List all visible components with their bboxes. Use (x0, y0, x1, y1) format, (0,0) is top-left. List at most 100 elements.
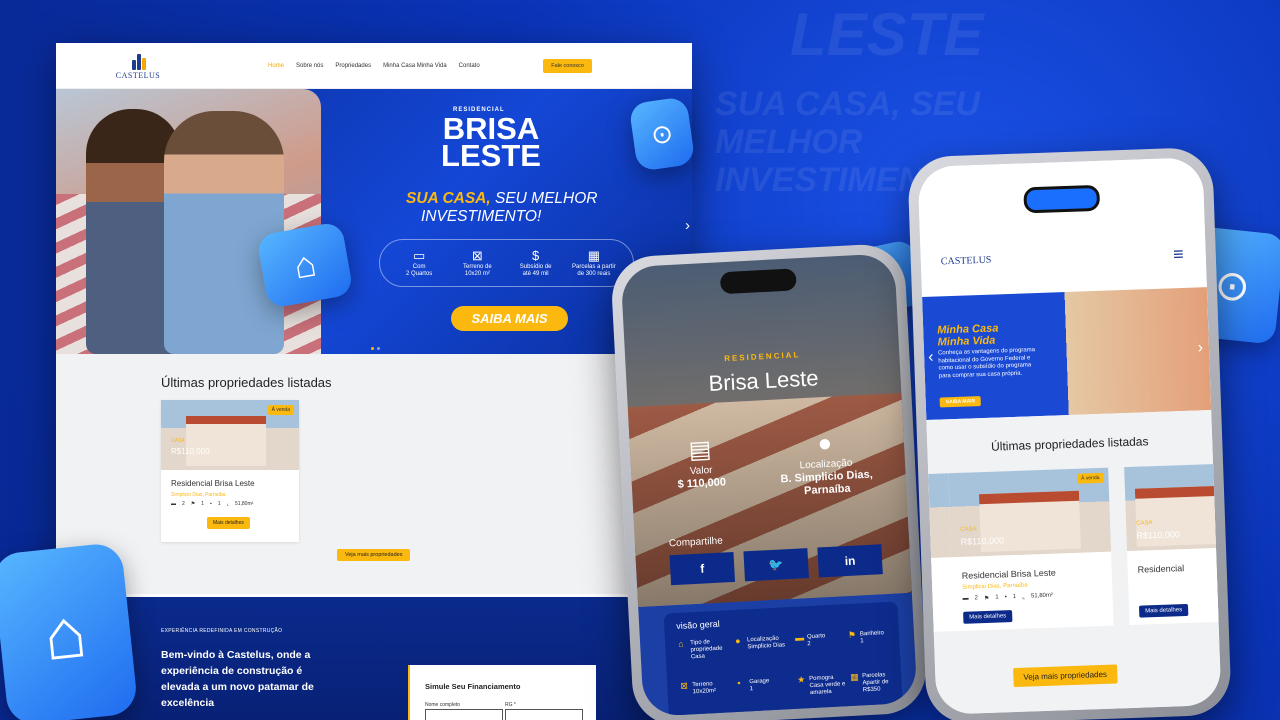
details-button[interactable]: Mais detalhes (207, 517, 250, 529)
property-type: CASA (1135, 520, 1153, 527)
chevron-right-icon[interactable]: › (685, 217, 690, 234)
site-logo[interactable]: CASTELUS (76, 52, 176, 80)
feature-subsidy: $ Subsídio de até 49 mil (510, 248, 562, 278)
mobile-header: CASTELUS ≡ (917, 157, 1207, 298)
property-card[interactable]: À venda CASA R$110,000 Residencial Brisa… (948, 467, 1114, 632)
about-headline: Bem-vindo à Castelus, onde a experiência… (161, 649, 314, 709)
facebook-icon: f (699, 561, 705, 576)
beds-count: 2 (182, 501, 185, 507)
property-meta: ▬ 2 ⚑ 1 ▪ 1 ⌞ 51,80m² (171, 501, 253, 507)
hero-brand-line2: LESTE (441, 138, 541, 173)
car-icon: ▪ (737, 677, 741, 688)
rg-input[interactable] (505, 709, 583, 720)
form-title: Simule Seu Financiamento (425, 682, 521, 691)
overview-item: ★ Pomogra Casa verde e amarela (797, 674, 855, 697)
share-linkedin-button[interactable]: in (817, 544, 883, 578)
property-title[interactable]: Residencial (1138, 563, 1185, 575)
overview-item: ● Localização Simplicio Dias (735, 635, 793, 651)
share-twitter-button[interactable]: 🐦 (743, 548, 809, 582)
property-card[interactable]: À venda CASA R$110,000 Residencial Brisa… (161, 400, 299, 542)
chevron-right-icon[interactable]: › (1197, 339, 1203, 357)
menu-item-propriedades[interactable]: Propriedades (335, 63, 371, 69)
banner-button[interactable]: SAIBA MAIS (939, 396, 982, 408)
home-icon: ⌂ (677, 638, 684, 649)
house-icon: ⌂ (0, 541, 139, 720)
logo-text: CASTELUS (115, 70, 161, 80)
land-icon: ⊠ (680, 680, 689, 691)
banner-title-2: Minha Vida (937, 334, 996, 349)
overview-panel: visão geral ⌂ Tipo de propriedade Casa ● Lo… (663, 601, 904, 717)
area-icon: ⌞ (226, 501, 229, 507)
property-photo: CASA R$110,000 (1124, 461, 1222, 552)
program-icon: ★ (796, 674, 806, 685)
price-value: $ 110,000 (677, 476, 727, 491)
share-facebook-button[interactable]: f (669, 551, 736, 586)
overview-value: Simplicio Dias (747, 642, 786, 651)
feature-land: ⊠ Terreno de 10x20 m² (451, 248, 503, 278)
detail-price: ▤ Valor $ 110,000 (660, 436, 742, 492)
feature-line1: Terreno de (463, 264, 492, 270)
baths-count: 1 (201, 501, 205, 507)
location-line2: Parnaíba (803, 482, 851, 498)
feature-bedrooms: ▭ Com 2 Quartos (393, 248, 445, 278)
listing-heading: Últimas propriedades listadas (161, 375, 332, 390)
feature-line2: 10x20 m² (464, 271, 490, 277)
bed-icon: ▬ (171, 501, 176, 507)
top-nav: CASTELUS Home Sobre nós Propriedades Min… (56, 43, 692, 89)
bath-icon: ⚑ (983, 595, 990, 603)
overview-value: Apartir de R$350 (862, 679, 889, 694)
chevron-left-icon[interactable]: ‹ (928, 349, 934, 367)
garage-count: 1 (217, 501, 221, 507)
details-button[interactable]: Mais detalhes (963, 610, 1013, 624)
menu-item-sobre[interactable]: Sobre nós (296, 63, 323, 69)
more-properties-button[interactable]: Veja mais propriedades (1013, 664, 1118, 688)
property-title[interactable]: Residencial Brisa Leste (962, 568, 1056, 581)
details-button[interactable]: Mais detalhes (1138, 603, 1189, 618)
hamburger-menu-icon[interactable]: ≡ (1173, 244, 1184, 265)
area-value: 51,80m² (1030, 592, 1054, 600)
area-value: 51,80m² (234, 501, 254, 507)
calendar-icon: ▦ (849, 671, 859, 683)
menu-item-home[interactable]: Home (268, 63, 284, 69)
carousel-dots (371, 347, 380, 350)
keyhole-icon: ⊙ (628, 96, 696, 172)
property-title[interactable]: Residencial Brisa Leste (171, 479, 255, 488)
saiba-mais-button[interactable]: SAIBA MAIS (451, 306, 568, 331)
feature-line2: 2 Quartos (405, 271, 433, 277)
property-price: R$110,000 (960, 535, 1005, 547)
hero-tagline-1: SUA CASA, SEU MELHOR (406, 190, 598, 208)
hero-tag-highlight: SUA CASA, (406, 190, 491, 207)
more-properties-button[interactable]: Veja mais propriedades (337, 549, 411, 561)
overview-title: visão geral (675, 618, 720, 632)
overview-item: ⊠ Terreno 10x20m² (680, 680, 733, 696)
menu-item-contato[interactable]: Contato (459, 63, 480, 69)
carousel-dot[interactable] (371, 347, 374, 350)
phone-mockup-detail: RESIDENCIAL Brisa Leste ▤ Valor $ 110,00… (609, 242, 929, 720)
bath-icon: ⚑ (847, 629, 857, 641)
car-icon: ▪ (210, 501, 212, 507)
calendar-icon: ▦ (587, 248, 601, 263)
property-card[interactable]: CASA R$110,000 Residencial Mais detalhes (1124, 461, 1222, 626)
overview-value: Casa (690, 653, 706, 661)
mobile-logo[interactable]: CASTELUS (941, 255, 992, 268)
overview-value: Casa verde e amarela (809, 681, 846, 697)
mobile-banner: Minha Casa Minha Vida Conheça as vantagen… (922, 287, 1212, 420)
overview-value: 10x20m² (692, 688, 717, 696)
hero-couple-photo (56, 89, 321, 354)
menu-item-mcmv[interactable]: Minha Casa Minha Vida (383, 63, 447, 69)
hero-tag-rest: SEU MELHOR (490, 190, 598, 207)
bed-icon: ▭ (412, 248, 426, 263)
contact-button[interactable]: Fale conosco (543, 58, 592, 73)
feature-installments: ▦ Parcelas a partir de 300 reais (568, 248, 620, 278)
beds-count: 2 (974, 595, 979, 602)
mobile-listing: Últimas propriedades listadas À venda CA… (917, 410, 1222, 715)
overview-item: ▪ Garage 1 (737, 677, 790, 693)
carousel-dot[interactable] (377, 347, 380, 350)
banner-text: Conheça as vantagens do programa habitac… (937, 347, 1036, 380)
hero-brand-name: BRISA LESTE (436, 113, 546, 173)
name-input[interactable] (425, 709, 503, 720)
status-badge: À venda (267, 405, 294, 415)
bed-icon: ▬ (962, 595, 969, 602)
property-photo: À venda CASA R$110,000 (948, 467, 1112, 558)
property-location: Simplicio Dias, Parnaíba (171, 492, 226, 498)
